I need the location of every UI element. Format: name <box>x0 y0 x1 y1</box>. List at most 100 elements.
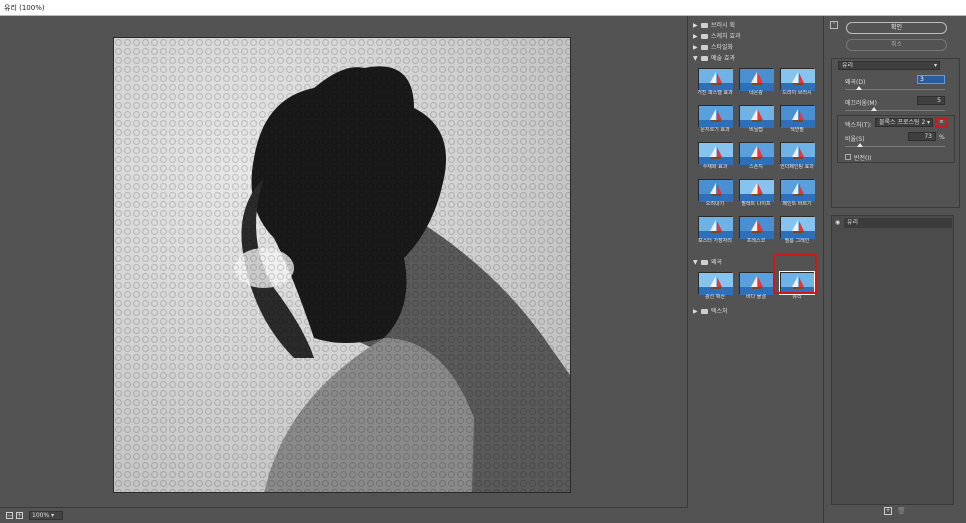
distortion-input[interactable]: 3 <box>917 75 945 84</box>
texture-select[interactable]: 블록스 프로스팅 2 ▾ <box>875 118 933 127</box>
visibility-eye-icon[interactable]: ◉ <box>835 219 840 226</box>
folder-artistic[interactable]: ▼ 예술 효과 <box>689 53 823 64</box>
ok-button[interactable]: 확인 <box>846 22 947 34</box>
zoom-out-icon[interactable]: − <box>6 512 13 519</box>
folder-label: 스케치 효과 <box>711 33 741 40</box>
filter-thumbnail[interactable]: 프레스코 <box>738 216 774 244</box>
expand-arrow-icon: ▶ <box>693 44 698 51</box>
filter-gallery: ▶ 브러시 획 ▶ 스케치 효과 ▶ 스타일화 ▼ 예술 효과 거친 파스텔 효과 네온광… <box>689 16 824 523</box>
smoothness-input[interactable]: 5 <box>917 96 945 105</box>
zoom-in-icon[interactable]: + <box>16 512 23 519</box>
filter-label: 거친 파스텔 효과 <box>697 90 733 96</box>
smoothness-slider-handle[interactable] <box>871 107 877 111</box>
expand-arrow-icon: ▶ <box>693 308 698 315</box>
filter-select-value: 유리 <box>842 62 854 69</box>
filter-label: 드라이 브러시 <box>782 90 812 96</box>
collapse-arrow-icon: ▼ <box>693 55 698 62</box>
folder-label: 왜곡 <box>711 259 723 266</box>
folder-sketch[interactable]: ▶ 스케치 효과 <box>689 31 823 42</box>
scaling-unit: % <box>939 134 945 141</box>
texture-menu-icon[interactable]: ≡ <box>935 117 948 128</box>
filter-preview-image <box>698 105 733 128</box>
cancel-button[interactable]: 취소 <box>846 39 947 51</box>
collapse-arrow-icon: ▼ <box>693 259 698 266</box>
smoothness-slider[interactable] <box>845 110 945 111</box>
filter-thumbnail[interactable]: 비닐랩 <box>738 105 774 133</box>
filter-preview-image <box>698 179 733 202</box>
folder-icon <box>701 23 708 28</box>
expand-arrow-icon: ▶ <box>693 22 698 29</box>
folder-label: 스타일화 <box>711 44 734 51</box>
filter-thumbnail[interactable]: 오려내기 <box>697 179 733 207</box>
filter-thumbnail[interactable]: 스폰지 <box>738 142 774 170</box>
filter-label: 팔레트 나이프 <box>741 201 771 207</box>
texture-select-value: 블록스 프로스팅 2 <box>879 119 926 126</box>
filter-preview-image <box>698 142 733 165</box>
preview-area <box>0 16 688 507</box>
expand-arrow-icon: ▶ <box>693 33 698 40</box>
preview-image <box>114 38 570 492</box>
filter-preview-image <box>739 68 774 91</box>
filter-preview-image <box>739 216 774 239</box>
chevron-down-icon: ▾ <box>926 119 930 126</box>
collapse-gallery-icon[interactable]: ⌃ <box>830 21 838 29</box>
filter-preview-image <box>780 179 815 202</box>
filter-thumbnail[interactable]: 거친 파스텔 효과 <box>697 68 733 96</box>
filter-label: 포스터 가장자리 <box>698 238 732 244</box>
filter-preview-image <box>739 272 774 295</box>
smoothness-label: 매끄러움(M) <box>845 100 877 107</box>
delete-layer-icon[interactable]: 🗑 <box>897 507 906 515</box>
filter-preview-image <box>698 68 733 91</box>
filter-thumbnail[interactable]: 바다 물결 <box>738 272 774 300</box>
folder-texture[interactable]: ▶ 텍스처 <box>689 306 823 317</box>
invert-label: 반전(I) <box>854 155 872 162</box>
folder-label: 텍스처 <box>711 308 728 315</box>
filter-select[interactable]: 유리 ▾ <box>838 61 940 70</box>
filter-thumbnail[interactable]: 포스터 가장자리 <box>697 216 733 244</box>
filter-thumbnail[interactable]: 문지르기 효과 <box>697 105 733 133</box>
filter-thumbnail[interactable]: 언더페인팅 효과 <box>779 142 815 170</box>
filter-label: 문지르기 효과 <box>700 127 730 133</box>
new-effect-layer-icon[interactable]: + <box>884 507 892 515</box>
selected-filter-highlight <box>773 254 817 294</box>
folder-icon <box>701 309 708 314</box>
filter-thumbnail[interactable]: 드라이 브러시 <box>779 68 815 96</box>
filter-preview-image <box>780 105 815 128</box>
filter-preview-image <box>780 142 815 165</box>
filter-preview-image <box>698 272 733 295</box>
filter-thumbnail[interactable]: 광선 확산 <box>697 272 733 300</box>
filter-thumbnail[interactable]: 네온광 <box>738 68 774 96</box>
folder-brush-strokes[interactable]: ▶ 브러시 획 <box>689 20 823 31</box>
scaling-label: 비율(S) <box>845 136 865 143</box>
filter-preview-image <box>739 179 774 202</box>
effect-layer-row[interactable]: 유리 <box>844 218 952 228</box>
folder-label: 브러시 획 <box>711 22 735 29</box>
folder-icon <box>701 34 708 39</box>
filter-thumbnail[interactable]: 색연필 <box>779 105 815 133</box>
filter-thumbnail[interactable]: 필름 그레인 <box>779 216 815 244</box>
preview-status-bar: − + 100% ▾ <box>0 507 688 523</box>
filter-thumbnail[interactable]: 수채화 효과 <box>697 142 733 170</box>
filter-label: 페인트 바르기 <box>782 201 812 207</box>
preview-canvas[interactable] <box>113 37 571 493</box>
filter-preview-image <box>698 216 733 239</box>
folder-stylize[interactable]: ▶ 스타일화 <box>689 42 823 53</box>
effect-layers-panel: ◉ 유리 <box>831 215 954 505</box>
filter-thumbnail[interactable]: 페인트 바르기 <box>779 179 815 207</box>
zoom-select[interactable]: 100% ▾ <box>29 511 63 520</box>
distortion-slider-handle[interactable] <box>856 86 862 90</box>
filter-label: 언더페인팅 효과 <box>780 164 814 170</box>
filter-preview-image <box>739 142 774 165</box>
filter-preview-image <box>780 68 815 91</box>
window-title: 유리 (100%) <box>0 0 966 16</box>
folder-icon <box>701 56 708 61</box>
invert-checkbox[interactable] <box>845 154 851 160</box>
folder-icon <box>701 45 708 50</box>
chevron-down-icon: ▾ <box>933 62 937 69</box>
filter-thumbnail[interactable]: 팔레트 나이프 <box>738 179 774 207</box>
distortion-label: 왜곡(D) <box>845 79 866 86</box>
scaling-slider-handle[interactable] <box>857 143 863 147</box>
filter-settings-panel: ⌃ 확인 취소 유리 ▾ 왜곡(D) 3 매끄러움(M) 5 텍스처(T): 블록… <box>825 16 966 523</box>
scaling-input[interactable]: 73 <box>908 132 936 141</box>
filter-preview-image <box>780 216 815 239</box>
